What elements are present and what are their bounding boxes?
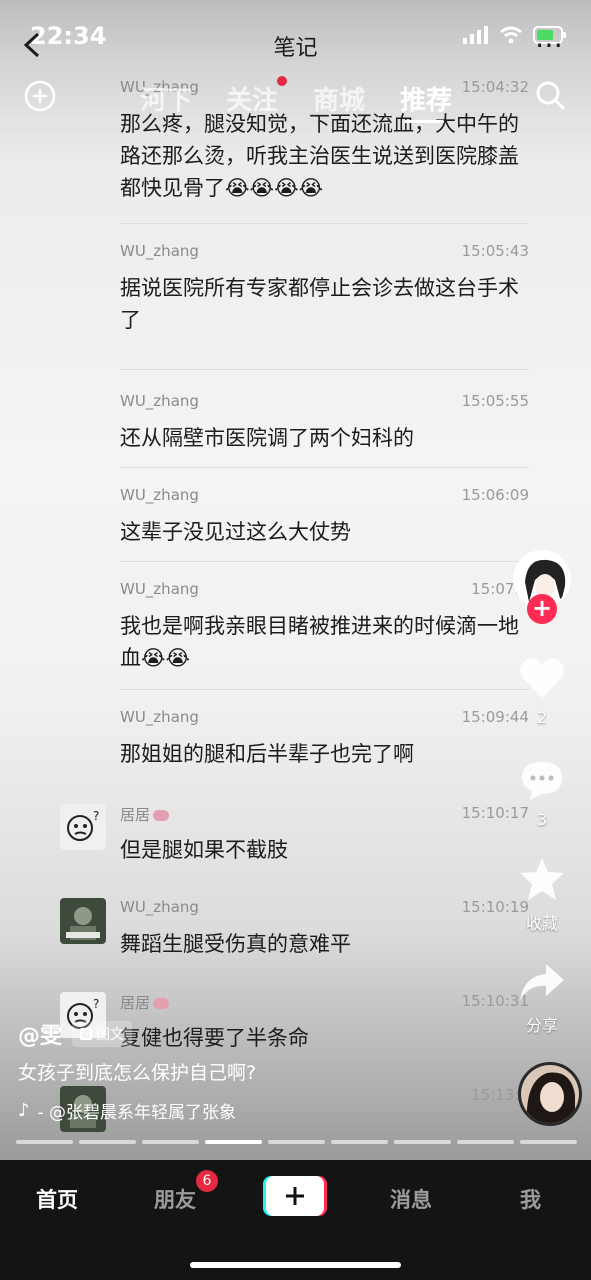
divider (120, 467, 529, 468)
more-icon[interactable]: ⋯ (535, 28, 565, 61)
svg-text:?: ? (93, 809, 99, 823)
share-label: 分享 (525, 1016, 558, 1035)
chat-screenshot: WU_zhang 15:04:32 那么疼，腿没知觉，下面还流血，大中午的路还那… (0, 78, 591, 1146)
progress-segment (205, 1140, 262, 1144)
divider (120, 561, 529, 562)
post-author[interactable]: @雯 图文 (18, 1018, 133, 1050)
tab-mall[interactable]: 商城 (313, 80, 365, 117)
chat-message: WU_zhang 15:07:3 我也是啊我亲眼目睹被推进来的时候滴一地血😭😭 (0, 580, 591, 690)
music-disc[interactable] (518, 1062, 582, 1126)
comment-icon (522, 762, 562, 800)
chat-message: WU_zhang 15:05:55 还从隔壁市医院调了两个妇科的 (0, 392, 591, 468)
like-count: 2 (536, 708, 548, 727)
message-text: 据说医院所有专家都停止会诊去做这台手术了 (120, 276, 519, 332)
author-name[interactable]: @雯 (18, 1018, 62, 1050)
tab-me[interactable]: 我 (520, 1184, 541, 1214)
progress-segment (457, 1140, 514, 1144)
tab-messages[interactable]: 消息 (390, 1184, 432, 1214)
message-sender: 居居 (120, 992, 170, 1013)
sender-avatar: ? (60, 804, 106, 850)
progress-segment (331, 1140, 388, 1144)
comment-button[interactable]: 3 (507, 758, 577, 829)
message-sender: WU_zhang (120, 708, 199, 726)
tab-recommend[interactable]: 推荐 (400, 80, 452, 117)
message-text: 但是腿如果不截肢 (120, 838, 288, 862)
music-note-icon: ♪ (18, 1100, 30, 1121)
message-sender: WU_zhang (120, 898, 199, 916)
heart-icon (520, 658, 564, 698)
comment-count: 3 (536, 810, 548, 829)
message-text: 我也是啊我亲眼目睹被推进来的时候滴一地血😭😭 (120, 614, 519, 670)
image-icon (80, 1028, 93, 1040)
active-tab-indicator (404, 120, 444, 123)
progress-segment (520, 1140, 577, 1144)
music-title: - @张碧晨系年轻属了张象 (37, 1103, 237, 1123)
note-title: 笔记 (273, 36, 318, 61)
top-tabs: 河下 关注 商城 推荐 (0, 70, 591, 126)
message-text: 复健也得要了半条命 (120, 1026, 309, 1050)
progress-segment (16, 1140, 73, 1144)
friends-badge: 6 (196, 1170, 218, 1192)
tab-friends[interactable]: 朋友 (154, 1184, 196, 1214)
star-icon (520, 858, 564, 900)
message-text: 这辈子没见过这么大仗势 (120, 520, 351, 544)
chat-message: WU_zhang 15:05:43 据说医院所有专家都停止会诊去做这台手术了 (0, 242, 591, 370)
follow-plus-icon[interactable]: + (527, 594, 557, 624)
chat-message: WU_zhang 15:10:19 舞蹈生腿受伤真的意难平 (0, 898, 591, 974)
post-type-tag: 图文 (72, 1021, 133, 1047)
like-button[interactable]: 2 (507, 656, 577, 727)
message-sender: WU_zhang (120, 242, 199, 260)
message-time: 15:06:09 (461, 486, 529, 504)
add-icon[interactable] (24, 80, 56, 112)
divider (120, 369, 529, 370)
divider (120, 223, 529, 224)
create-button[interactable] (266, 1176, 324, 1216)
message-time: 15:05:43 (461, 242, 529, 260)
message-text: 那姐姐的腿和后半辈子也完了啊 (120, 742, 414, 766)
message-time: 15:05:55 (461, 392, 529, 410)
music-info[interactable]: ♪ - @张碧晨系年轻属了张象 (18, 1098, 236, 1123)
share-button[interactable]: 分享 (507, 962, 577, 1036)
sender-avatar (60, 898, 106, 944)
progress-segment (142, 1140, 199, 1144)
plus-icon (286, 1187, 304, 1205)
divider (120, 689, 529, 690)
chat-message: WU_zhang 15:09:44 那姐姐的腿和后半辈子也完了啊 (0, 708, 591, 786)
svg-text:?: ? (93, 997, 99, 1011)
message-sender: WU_zhang (120, 486, 199, 504)
share-arrow-icon (520, 964, 564, 1000)
favorite-label: 收藏 (525, 914, 558, 933)
home-indicator (190, 1262, 401, 1268)
tab-home[interactable]: 首页 (36, 1184, 78, 1214)
post-screen[interactable]: WU_zhang 15:04:32 那么疼，腿没知觉，下面还流血，大中午的路还那… (0, 0, 591, 1160)
image-progress (16, 1140, 577, 1144)
notification-dot (277, 76, 287, 86)
favorite-button[interactable]: 收藏 (507, 856, 577, 934)
progress-segment (268, 1140, 325, 1144)
progress-segment (79, 1140, 136, 1144)
post-caption[interactable]: 女孩子到底怎么保护自己啊? (18, 1058, 256, 1085)
message-sender: WU_zhang (120, 392, 199, 410)
progress-segment (394, 1140, 451, 1144)
message-sender: 居居 (120, 804, 170, 825)
tab-following[interactable]: 关注 (226, 80, 278, 117)
chat-message: ? 居居 15:10:17 但是腿如果不截肢 (0, 804, 591, 880)
author-avatar-button[interactable]: + (507, 550, 577, 624)
chat-message: WU_zhang 15:06:09 这辈子没见过这么大仗势 (0, 486, 591, 562)
message-text: 舞蹈生腿受伤真的意难平 (120, 932, 351, 956)
message-sender: WU_zhang (120, 580, 199, 598)
search-icon[interactable] (535, 80, 567, 112)
message-text: 还从隔壁市医院调了两个妇科的 (120, 426, 414, 450)
tab-local[interactable]: 河下 (140, 80, 192, 117)
